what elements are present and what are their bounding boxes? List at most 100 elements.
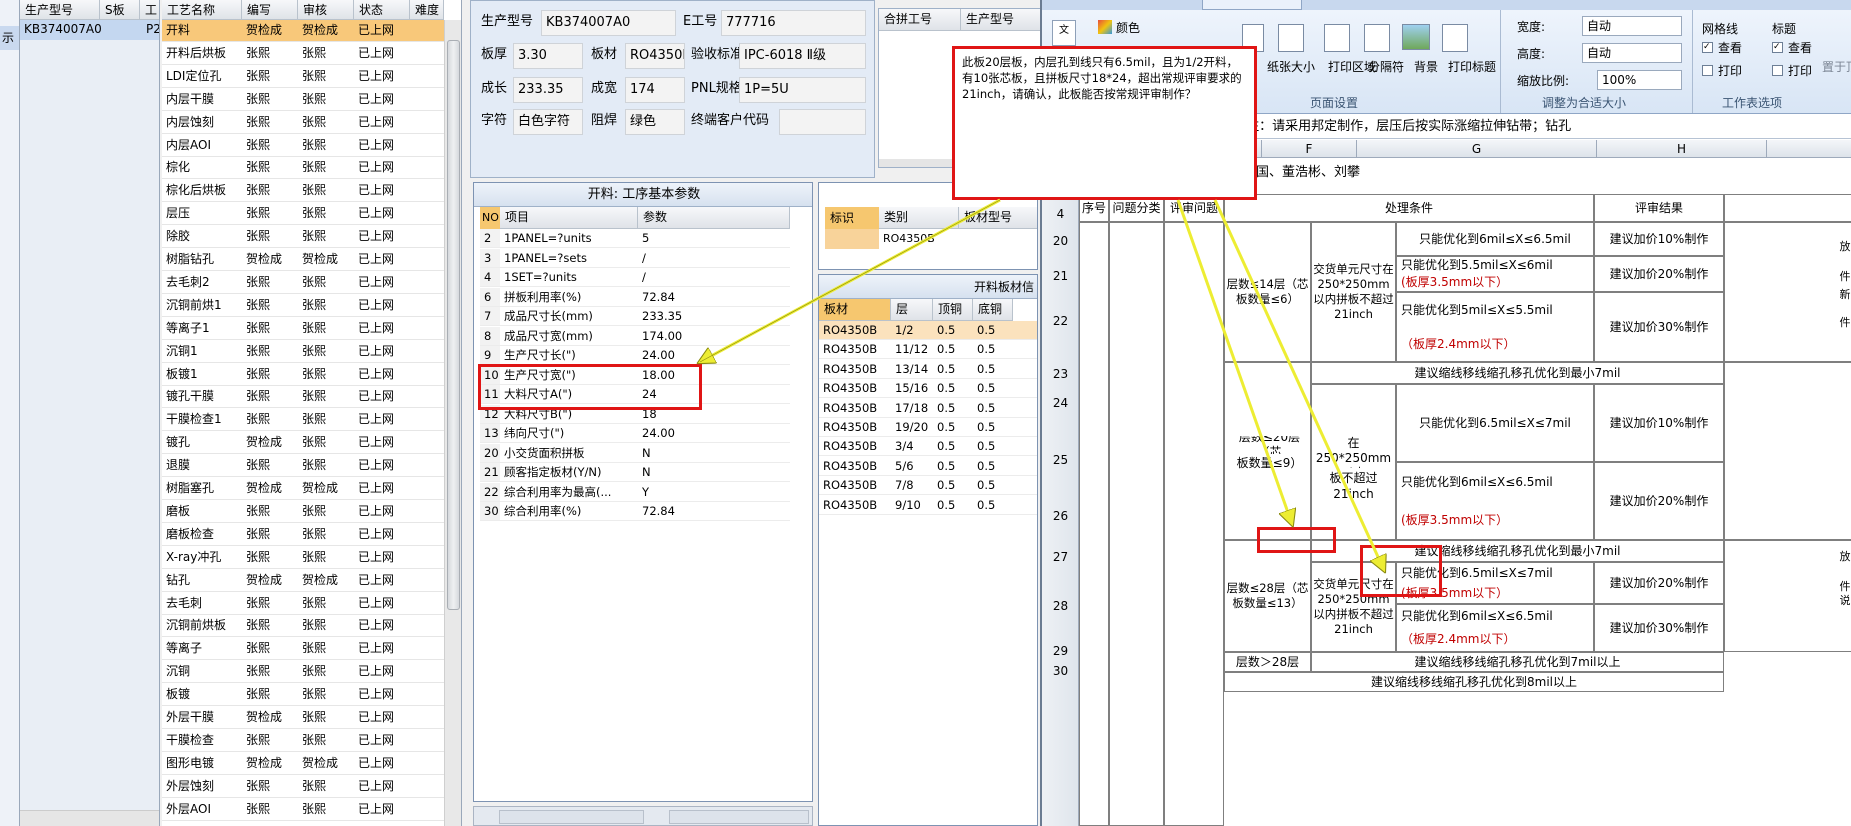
- process-row[interactable]: 内层AOI 张熙 张熙 已上网: [162, 135, 444, 157]
- process-row[interactable]: 退膜 张熙 张熙 已上网: [162, 455, 444, 478]
- process-row[interactable]: 外层蚀刻 张熙 张熙 已上网: [162, 776, 444, 798]
- param-row[interactable]: 3 1PANEL=?sets /: [480, 248, 790, 268]
- process-header-4[interactable]: 难度: [410, 0, 444, 20]
- review-col[interactable]: [1164, 222, 1224, 826]
- mark-header-type[interactable]: 类别: [879, 207, 959, 229]
- cust-field[interactable]: [779, 109, 866, 135]
- process-row[interactable]: 开料 贺检成 贺检成 已上网: [162, 20, 444, 42]
- mat-field[interactable]: RO4350E: [625, 43, 685, 69]
- colors-label[interactable]: 颜色: [1116, 19, 1140, 36]
- height-select[interactable]: 自动: [1582, 43, 1682, 63]
- plate-row[interactable]: RO4350B 1/2 0.5 0.5: [819, 321, 1037, 340]
- process-row[interactable]: 层压 张熙 张熙 已上网: [162, 203, 444, 226]
- headings-view-checkbox[interactable]: ✓: [1772, 42, 1783, 53]
- g24[interactable]: 只能优化到6.5mil≤X≤7mil: [1396, 384, 1594, 462]
- header-result[interactable]: 评审结果: [1594, 194, 1724, 222]
- class-col[interactable]: [1109, 222, 1164, 826]
- process-row[interactable]: LDI定位孔 张熙 张熙 已上网: [162, 66, 444, 88]
- process-row[interactable]: 干膜检查 张熙 张熙 已上网: [162, 730, 444, 752]
- process-header-2[interactable]: 审核: [298, 0, 354, 20]
- model-hscrollbar[interactable]: [20, 810, 159, 826]
- h27[interactable]: 建议加价20%制作: [1594, 562, 1724, 604]
- gridlines-print-checkbox[interactable]: [1702, 65, 1713, 76]
- mark-header-id[interactable]: 标识: [825, 207, 879, 229]
- col-header-f[interactable]: F: [1262, 140, 1357, 157]
- process-row[interactable]: 镀孔干膜 张熙 张熙 已上网: [162, 386, 444, 409]
- plate-header-2[interactable]: 顶铜: [933, 299, 973, 321]
- seq-col[interactable]: [1079, 222, 1109, 826]
- cond-layers-28[interactable]: 层数≤28层（芯板数量≤13）: [1224, 540, 1311, 652]
- g22[interactable]: 只能优化到5mil≤X≤5.5mil （板厚2.4mm以下）: [1396, 292, 1594, 362]
- param-row[interactable]: 30 综合利用率(%) 72.84: [480, 502, 790, 521]
- char-field[interactable]: 白色字符: [513, 109, 583, 135]
- h21[interactable]: 建议加价20%制作: [1594, 256, 1724, 292]
- col-header-h[interactable]: H: [1597, 140, 1767, 157]
- h-extra-1[interactable]: [1724, 222, 1851, 362]
- footer-field-2[interactable]: [669, 810, 809, 824]
- std-field[interactable]: IPC-6018 Ⅱ级: [739, 43, 866, 69]
- process-row[interactable]: 除胶 张熙 张熙 已上网: [162, 226, 444, 249]
- row-number[interactable]: 20: [1042, 233, 1079, 249]
- row-number[interactable]: 24: [1042, 395, 1079, 411]
- process-row[interactable]: 棕化后烘板 张熙 张熙 已上网: [162, 180, 444, 203]
- breaks-button[interactable]: 分隔符: [1368, 58, 1404, 75]
- footer-field-1[interactable]: [499, 810, 644, 824]
- process-row[interactable]: 去毛刺2 张熙 张熙 已上网: [162, 272, 444, 294]
- param-row[interactable]: 20 小交货面积拼板 N: [480, 443, 790, 463]
- row-number[interactable]: 27: [1042, 549, 1079, 565]
- h22[interactable]: 建议加价30%制作: [1594, 292, 1724, 362]
- mark-header-material[interactable]: 板材型号: [959, 207, 1037, 229]
- h20[interactable]: 建议加价10%制作: [1594, 222, 1724, 256]
- process-row[interactable]: 等离子 张熙 张熙 已上网: [162, 638, 444, 661]
- r23[interactable]: 建议缩线移线缩孔移孔优化到最小7mil: [1311, 362, 1724, 384]
- model-field[interactable]: KB374007A0: [541, 10, 676, 36]
- row-number[interactable]: 23: [1042, 366, 1079, 382]
- print-titles-icon[interactable]: [1442, 24, 1468, 52]
- model-row[interactable]: KB374007A0 P2: [20, 20, 159, 40]
- header-condition[interactable]: 处理条件: [1224, 194, 1594, 222]
- paper-size-icon[interactable]: [1278, 24, 1304, 52]
- process-row[interactable]: 内层蚀刻 张熙 张熙 已上网: [162, 112, 444, 134]
- param-row[interactable]: 22 综合利用率为最高(... Y: [480, 482, 790, 502]
- row-number[interactable]: 30: [1042, 663, 1079, 679]
- param-row[interactable]: 9 生产尺寸长(") 24.00: [480, 346, 790, 365]
- row-number[interactable]: 4: [1042, 206, 1079, 222]
- h-extra-3[interactable]: [1724, 540, 1851, 652]
- scale-input[interactable]: 100%: [1597, 70, 1682, 90]
- process-row[interactable]: 外层干膜 贺检成 张熙 已上网: [162, 707, 444, 729]
- plate-row[interactable]: RO4350B 17/18 0.5 0.5: [819, 399, 1037, 418]
- process-header-0[interactable]: 工艺名称: [162, 0, 242, 20]
- print-area-icon[interactable]: [1324, 24, 1350, 52]
- process-row[interactable]: 树脂钻孔 贺检成 贺检成 已上网: [162, 249, 444, 271]
- process-row[interactable]: 板镀 张熙 张熙 已上网: [162, 684, 444, 707]
- r29[interactable]: 建议缩线移线缩孔移孔优化到7mil以上: [1311, 652, 1724, 672]
- h-extra-2[interactable]: [1724, 362, 1851, 540]
- param-row[interactable]: 13 纬向尺寸(") 24.00: [480, 424, 790, 443]
- h24[interactable]: 建议加价10%制作: [1594, 384, 1724, 462]
- plate-header-0[interactable]: 板材: [819, 299, 891, 321]
- theme-icon[interactable]: 文: [1052, 20, 1076, 46]
- r30[interactable]: 建议缩线移线缩孔移孔优化到8mil以上: [1224, 672, 1724, 692]
- breaks-icon[interactable]: [1364, 24, 1390, 52]
- background-button[interactable]: 背景: [1414, 58, 1438, 75]
- process-row[interactable]: 外层AOI 张熙 张熙 已上网: [162, 799, 444, 821]
- plate-header-1[interactable]: 层: [891, 299, 933, 321]
- width-select[interactable]: 自动: [1582, 16, 1682, 36]
- plate-row[interactable]: RO4350B 15/16 0.5 0.5: [819, 379, 1037, 399]
- thick-field[interactable]: 3.30: [513, 43, 583, 69]
- row-number[interactable]: 21: [1042, 268, 1079, 284]
- plate-row[interactable]: RO4350B 9/10 0.5 0.5: [819, 496, 1037, 515]
- eno-field[interactable]: 777716: [721, 10, 866, 36]
- process-row[interactable]: 沉铜前烘1 张熙 张熙 已上网: [162, 295, 444, 317]
- process-header-3[interactable]: 状态: [354, 0, 410, 20]
- process-row[interactable]: 磨板 张熙 张熙 已上网: [162, 501, 444, 523]
- header-extra[interactable]: [1724, 194, 1851, 222]
- h28[interactable]: 建议加价30%制作: [1594, 604, 1724, 652]
- g20[interactable]: 只能优化到6mil≤X≤6.5mil: [1396, 222, 1594, 256]
- mark-row-selected[interactable]: [825, 229, 879, 249]
- process-row[interactable]: 磨板检查 张熙 张熙 已上网: [162, 524, 444, 546]
- plate-row[interactable]: RO4350B 3/4 0.5 0.5: [819, 437, 1037, 457]
- mask-field[interactable]: 绿色: [625, 109, 685, 135]
- param-row[interactable]: 7 成品尺寸长(mm) 233.35: [480, 307, 790, 326]
- process-row[interactable]: 沉铜 张熙 张熙 已上网: [162, 661, 444, 684]
